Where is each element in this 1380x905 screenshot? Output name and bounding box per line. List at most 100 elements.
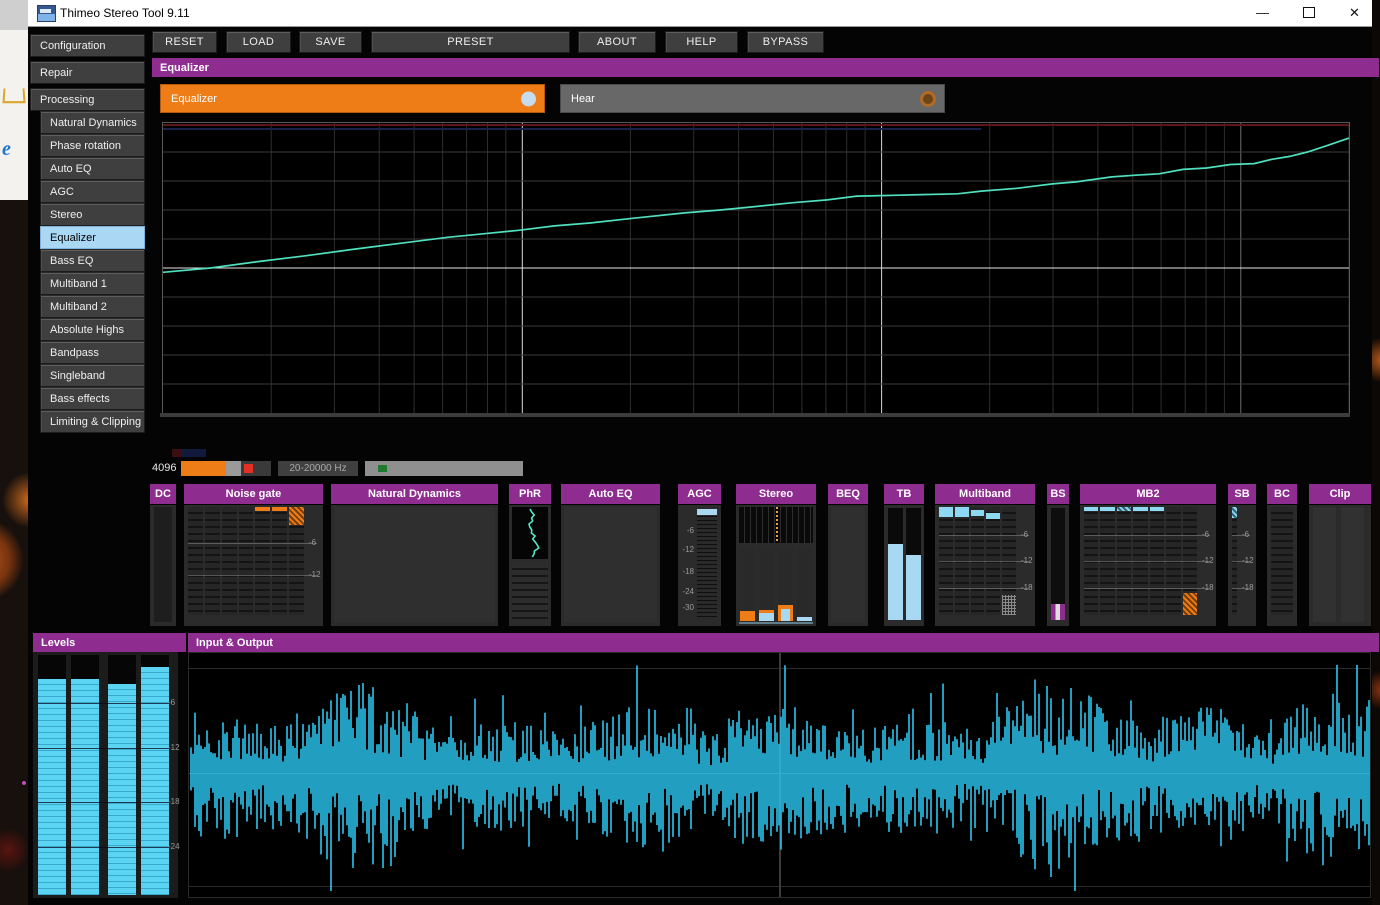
stereo-meter-column — [778, 549, 793, 621]
hear-toggle-label: Hear — [571, 93, 595, 105]
preset-button[interactable]: PRESET — [371, 31, 570, 53]
agc-scale-label: -24 — [680, 588, 694, 596]
mb2-panel-header: MB2 — [1080, 484, 1216, 504]
meter-panel-title: Auto EQ — [589, 488, 633, 500]
sidebar-item-processing[interactable]: Processing — [30, 88, 145, 111]
agc-meter-column — [697, 509, 717, 619]
hear-toggle[interactable]: Hear — [560, 84, 945, 113]
mb2-scale-label: -6 — [1202, 531, 1209, 539]
sidebar-item-stereo[interactable]: Stereo — [40, 203, 145, 226]
noise_gate-scale-gridline — [188, 543, 317, 544]
red-slider[interactable] — [241, 461, 271, 476]
meter-panel-title: Natural Dynamics — [368, 488, 461, 500]
sidebar-item-auto-eq[interactable]: Auto EQ — [40, 157, 145, 180]
toolbar-button-label: ABOUT — [597, 36, 637, 48]
sidebar-item-label: Multiband 1 — [50, 278, 107, 290]
noise_gate-meter-cap — [255, 507, 270, 511]
io-panel-title: Input & Output — [196, 637, 273, 649]
sidebar-item-multiband-1[interactable]: Multiband 1 — [40, 272, 145, 295]
multiband-scale-label: -6 — [1021, 531, 1028, 539]
reset-button[interactable]: RESET — [152, 31, 217, 53]
bypass-button[interactable]: BYPASS — [747, 31, 824, 53]
natural_dynamics-meter-area — [334, 507, 495, 622]
fft-size-label: 4096 — [152, 462, 176, 474]
save-button[interactable]: SAVE — [299, 31, 362, 53]
phr-trace-area — [512, 507, 548, 559]
meter-panel-title: BEQ — [836, 488, 860, 500]
agc-panel-body: -6-12-18-24-30 — [678, 505, 721, 626]
multiband-scale-gridline — [939, 535, 1029, 536]
equalizer-enable-toggle[interactable]: Equalizer — [160, 84, 545, 113]
mb2-meter-bottom-block — [1183, 593, 1197, 615]
desktop-background-left: e — [0, 0, 28, 905]
maximize-button[interactable] — [1286, 0, 1331, 25]
window-titlebar[interactable]: Thimeo Stereo Tool 9.11 — ✕ — [28, 0, 1372, 27]
equalizer-section-title: Equalizer — [160, 62, 209, 74]
sidebar-item-bandpass[interactable]: Bandpass — [40, 341, 145, 364]
tb-meter-column — [906, 508, 921, 620]
meter-panel-title: BS — [1050, 488, 1065, 500]
sidebar-item-natural-dynamics[interactable]: Natural Dynamics — [40, 111, 145, 134]
meter-panel-title: Noise gate — [226, 488, 282, 500]
sidebar-item-label: Bandpass — [50, 347, 99, 359]
sidebar-item-bass-eq[interactable]: Bass EQ — [40, 249, 145, 272]
agc-meter-cap — [697, 509, 717, 515]
sb-panel-body: -6-12-18 — [1228, 505, 1256, 626]
levels-gridline — [38, 703, 169, 704]
multiband-scale-label: -18 — [1021, 584, 1033, 592]
levels-meter-bar — [108, 655, 136, 895]
multiband-meter-cap — [939, 507, 953, 517]
bc-meter-column — [1271, 507, 1293, 615]
tb-panel-body — [884, 505, 924, 626]
multiband-scale-gridline — [939, 588, 1029, 589]
natural_dynamics-panel-header: Natural Dynamics — [331, 484, 498, 504]
toolbar-button-label: LOAD — [243, 36, 275, 48]
sidebar-item-limiting-clipping[interactable]: Limiting & Clipping — [40, 410, 145, 433]
hear-indicator-icon[interactable] — [920, 91, 936, 107]
noise_gate-meter-column — [289, 507, 304, 615]
help-button[interactable]: HELP — [665, 31, 738, 53]
stereo-meter-bar — [797, 617, 812, 621]
close-button[interactable]: ✕ — [1332, 0, 1377, 25]
sidebar-item-repair[interactable]: Repair — [30, 61, 145, 84]
levels-meter-bar — [71, 655, 99, 895]
sidebar-item-multiband-2[interactable]: Multiband 2 — [40, 295, 145, 318]
sidebar-item-absolute-highs[interactable]: Absolute Highs — [40, 318, 145, 341]
green-slider[interactable] — [365, 461, 523, 476]
desktop-wallpaper-fragment — [0, 200, 28, 905]
window-title: Thimeo Stereo Tool 9.11 — [60, 6, 190, 20]
sidebar-item-phase-rotation[interactable]: Phase rotation — [40, 134, 145, 157]
sidebar-item-agc[interactable]: AGC — [40, 180, 145, 203]
load-button[interactable]: LOAD — [226, 31, 291, 53]
noise_gate-meter-column — [239, 507, 254, 615]
levels-meter-fill — [71, 679, 99, 895]
levels-scale-label: -6 — [168, 699, 175, 707]
red-slider-handle[interactable] — [244, 464, 253, 473]
equalizer-curve-graph[interactable] — [162, 122, 1350, 414]
phr-grid-area — [512, 563, 548, 623]
app-screen: e Thimeo Stereo Tool 9.11 — ✕ Configurat… — [0, 0, 1380, 905]
toolbar-button-label: BYPASS — [763, 36, 809, 48]
sidebar-item-equalizer[interactable]: Equalizer — [40, 226, 145, 249]
dc-panel-header: DC — [150, 484, 176, 504]
sidebar-item-label: Singleband — [50, 370, 105, 382]
toggle-indicator-icon[interactable] — [521, 91, 536, 106]
sidebar-item-bass-effects[interactable]: Bass effects — [40, 387, 145, 410]
bs-meter-column — [1051, 508, 1065, 620]
mb2-meter-cap — [1084, 507, 1098, 511]
sidebar-item-label: Configuration — [40, 40, 105, 52]
meter-panel-title: MB2 — [1136, 488, 1159, 500]
toolbar-button-label: HELP — [686, 36, 716, 48]
stereo-panel-body — [736, 505, 816, 626]
sidebar-item-singleband[interactable]: Singleband — [40, 364, 145, 387]
about-button[interactable]: ABOUT — [578, 31, 656, 53]
levels-gridline — [38, 748, 169, 749]
stereo-meter-bar — [740, 611, 755, 621]
sidebar-item-configuration[interactable]: Configuration — [30, 34, 145, 57]
minimize-button[interactable]: — — [1240, 0, 1285, 25]
noise_gate-scale-label: -6 — [309, 539, 316, 547]
mb2-scale-gridline — [1084, 561, 1210, 562]
mb2-scale-label: -12 — [1202, 557, 1214, 565]
green-slider-handle[interactable] — [378, 465, 387, 472]
toolbar-button-label: RESET — [165, 36, 204, 48]
